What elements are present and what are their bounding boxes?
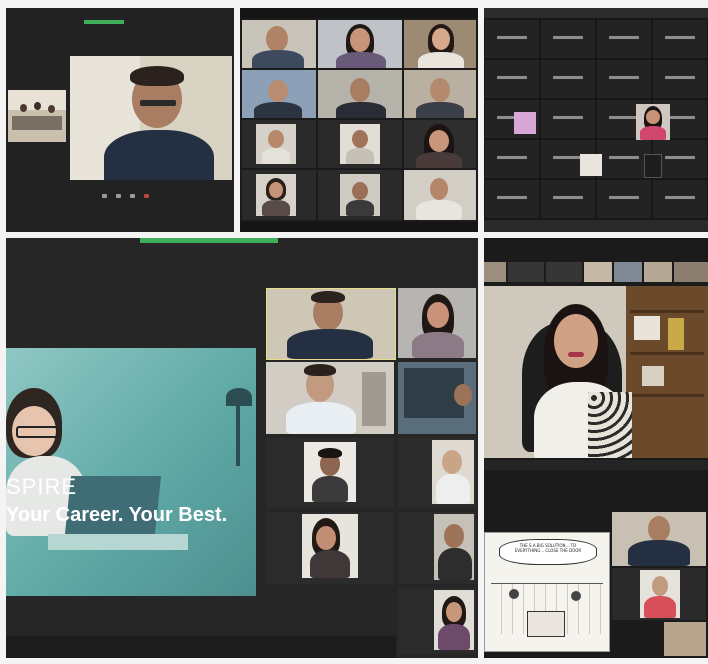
participant-thumbnail[interactable]	[614, 262, 642, 282]
participant-name-tile[interactable]	[541, 20, 595, 58]
name-placeholder	[553, 196, 583, 199]
participant-thumbnail[interactable]	[546, 262, 582, 282]
participant-name-tile[interactable]	[653, 60, 707, 98]
participant-tile[interactable]	[404, 120, 476, 168]
slide-tagline: Your Career. Your Best.	[6, 504, 228, 526]
participant-thumbnail[interactable]	[484, 262, 506, 282]
participant-tile[interactable]	[318, 120, 402, 168]
name-placeholder	[665, 76, 695, 79]
participant-tile[interactable]	[612, 568, 706, 620]
participant-tile[interactable]	[612, 512, 706, 566]
participant-tile[interactable]	[318, 70, 402, 118]
name-placeholder	[665, 196, 695, 199]
participant-name-tile[interactable]	[485, 140, 539, 178]
participant-tile[interactable]	[398, 438, 476, 508]
participant-name-tile[interactable]	[485, 180, 539, 218]
participant-thumbnail[interactable]	[508, 262, 544, 282]
participant-name-tile[interactable]	[485, 20, 539, 58]
participant-thumbnail[interactable]	[674, 262, 708, 282]
end-call-icon[interactable]	[144, 194, 149, 198]
name-placeholder	[553, 116, 583, 119]
participant-tile[interactable]	[318, 170, 402, 220]
participant-name-tile[interactable]	[597, 180, 651, 218]
participant-tile[interactable]	[242, 170, 316, 220]
meeting-panel-top-right	[484, 8, 708, 232]
participant-tile[interactable]	[242, 120, 316, 168]
participant-name-tile[interactable]	[653, 20, 707, 58]
participant-tile[interactable]	[266, 512, 394, 584]
participant-tile[interactable]	[266, 438, 394, 508]
name-placeholder	[665, 156, 695, 159]
name-placeholder	[497, 196, 527, 199]
participant-name-tile[interactable]	[541, 100, 595, 138]
participant-name-tile[interactable]	[597, 60, 651, 98]
comic-caption: THE S.A.BIG SOLUTION... TO EVERYTHING...…	[514, 543, 582, 553]
sharing-indicator	[140, 238, 278, 243]
name-placeholder	[497, 36, 527, 39]
shared-screen: SPIRE Your Career. Your Best.	[6, 348, 256, 596]
participant-tile[interactable]	[580, 154, 602, 176]
participant-tile[interactable]	[514, 112, 536, 134]
participant-name-tile[interactable]	[541, 60, 595, 98]
participant-tile[interactable]	[266, 362, 394, 434]
participant-name-tile[interactable]	[541, 180, 595, 218]
name-placeholder	[553, 156, 583, 159]
active-speaker-video[interactable]	[484, 286, 708, 458]
shared-comic: THE S.A.BIG SOLUTION... TO EVERYTHING...…	[484, 532, 610, 652]
participant-tile[interactable]	[404, 20, 476, 68]
participant-tile[interactable]	[266, 288, 396, 360]
name-placeholder	[497, 76, 527, 79]
slide-brand: SPIRE	[6, 474, 78, 499]
participant-name-tile[interactable]	[653, 180, 707, 218]
participant-tile[interactable]	[242, 20, 316, 68]
name-placeholder	[553, 76, 583, 79]
meeting-panel-top-middle	[240, 8, 478, 232]
active-speaker-indicator	[84, 20, 124, 24]
name-placeholder	[609, 196, 639, 199]
participant-tile[interactable]	[636, 104, 670, 140]
name-placeholder	[553, 36, 583, 39]
meeting-panel-bottom-right: THE S.A.BIG SOLUTION... TO EVERYTHING...…	[484, 238, 708, 658]
name-placeholder	[609, 156, 639, 159]
participant-tile[interactable]	[398, 588, 476, 654]
video-icon[interactable]	[116, 194, 121, 198]
participant-tile[interactable]	[242, 70, 316, 118]
participant-tile[interactable]	[398, 362, 476, 434]
name-placeholder	[497, 156, 527, 159]
participant-tile[interactable]	[404, 70, 476, 118]
participant-thumbnail[interactable]	[644, 262, 672, 282]
participant-tile[interactable]	[664, 622, 706, 656]
participant-tile[interactable]	[398, 288, 476, 358]
participant-tile[interactable]	[404, 170, 476, 220]
participant-thumbnail[interactable]	[584, 262, 612, 282]
avatar	[554, 314, 598, 368]
mic-icon[interactable]	[102, 194, 107, 198]
active-speaker-video[interactable]	[70, 56, 232, 180]
name-placeholder	[609, 76, 639, 79]
participant-name-tile[interactable]	[597, 140, 651, 178]
share-icon[interactable]	[130, 194, 135, 198]
participant-tile[interactable]	[318, 20, 402, 68]
name-placeholder	[609, 116, 639, 119]
name-placeholder	[609, 36, 639, 39]
meeting-panel-bottom-left: SPIRE Your Career. Your Best.	[6, 238, 478, 658]
participant-name-tile[interactable]	[485, 60, 539, 98]
participant-thumbnail[interactable]	[8, 90, 66, 142]
participant-name-tile[interactable]	[597, 20, 651, 58]
participant-tile[interactable]	[644, 154, 662, 178]
meeting-panel-top-left	[6, 8, 234, 232]
name-placeholder	[665, 36, 695, 39]
participant-tile[interactable]	[398, 512, 476, 584]
